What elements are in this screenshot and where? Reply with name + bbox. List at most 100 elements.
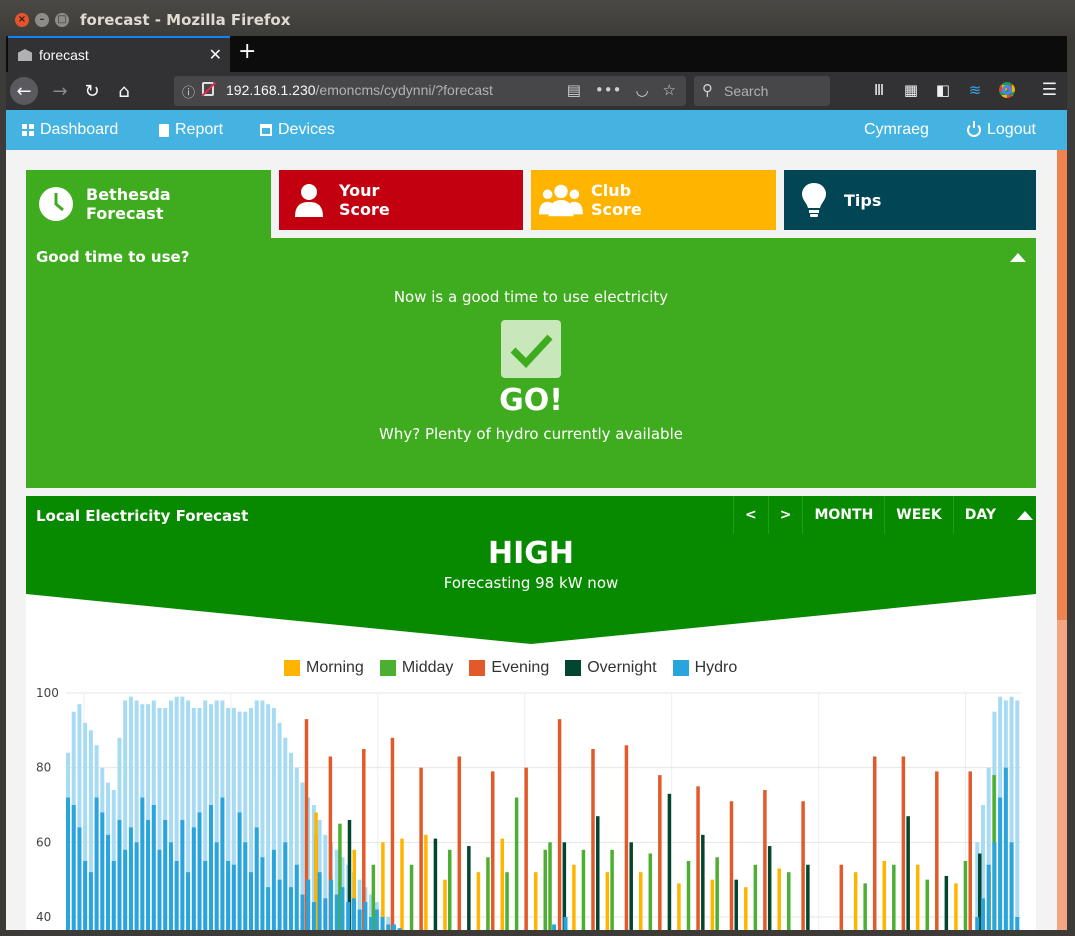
window-close-button[interactable]: × xyxy=(15,13,29,27)
forecast-collapse-button[interactable] xyxy=(1007,496,1043,534)
tariff-bar xyxy=(533,872,538,930)
info-icon[interactable]: ⓘ xyxy=(182,82,195,101)
hydro-bar xyxy=(197,812,202,930)
pocket-icon[interactable]: ◡ xyxy=(635,81,648,99)
legend-morning[interactable]: Morning xyxy=(284,659,364,677)
hydro-bar xyxy=(340,887,345,930)
window-minimize-button[interactable]: – xyxy=(35,13,49,27)
devices-icon xyxy=(260,124,272,136)
reload-button[interactable]: ↻ xyxy=(78,77,106,105)
tariff-bar xyxy=(390,737,395,930)
url-bar[interactable]: ⓘ 192.168.1.230/emoncms/cydynni/?forecas… xyxy=(174,76,686,106)
forecast-panel: Local Electricity Forecast < > MONTH WEE… xyxy=(26,496,1036,930)
insecure-lock-icon[interactable] xyxy=(202,82,214,96)
library-icon[interactable]: Ⅲ xyxy=(870,81,888,99)
tariff-bar xyxy=(925,879,929,930)
bookmark-star-icon[interactable]: ☆ xyxy=(663,81,676,99)
legend-swatch xyxy=(565,660,582,676)
tab-label: forecast xyxy=(39,47,89,63)
prev-button[interactable]: < xyxy=(733,496,768,534)
tariff-bar xyxy=(476,872,481,930)
day-button[interactable]: DAY xyxy=(952,496,1007,534)
tariff-bar xyxy=(696,786,700,930)
tariff-bar xyxy=(954,883,958,930)
week-button[interactable]: WEEK xyxy=(884,496,952,534)
hydro-bar xyxy=(180,819,185,930)
tab-your-score[interactable]: Your Score xyxy=(279,170,523,230)
tariff-bar xyxy=(710,879,715,930)
hydro-bar xyxy=(397,928,402,930)
reader-view-icon[interactable]: ▤ xyxy=(567,81,581,99)
page-scrollbar[interactable] xyxy=(1057,150,1067,930)
nav-report[interactable]: Report xyxy=(159,121,223,139)
legend-evening[interactable]: Evening xyxy=(469,659,549,677)
dashboard-icon xyxy=(22,124,34,136)
tariff-bar xyxy=(639,872,643,930)
addon-icon[interactable]: ≋ xyxy=(966,81,984,99)
legend-midday[interactable]: Midday xyxy=(379,659,453,677)
forecast-now: Forecasting 98 kW now xyxy=(443,574,619,592)
url-text[interactable]: 192.168.1.230/emoncms/cydynni/?forecast xyxy=(226,82,493,98)
window-maximize-button[interactable]: □ xyxy=(55,13,69,27)
forward-button[interactable]: → xyxy=(46,77,74,105)
language-link[interactable]: Cymraeg xyxy=(864,121,929,139)
report-icon xyxy=(159,123,169,137)
tariff-bar xyxy=(734,879,738,930)
nav-devices[interactable]: Devices xyxy=(260,121,335,139)
hydro-bar xyxy=(386,924,391,930)
tab-close-icon[interactable]: ✕ xyxy=(209,45,222,64)
good-time-message: Now is a good time to use electricity xyxy=(393,288,669,306)
tab-tips[interactable]: Tips xyxy=(784,170,1036,230)
tab-score-line2: Score xyxy=(339,200,390,219)
tariff-bar xyxy=(677,883,681,930)
title-bar: × – □ forecast - Mozilla Firefox xyxy=(0,0,1075,40)
nav-bar: ← → ↻ ⌂ ⓘ 192.168.1.230/emoncms/cydynni/… xyxy=(6,72,1067,110)
tariff-bar xyxy=(767,846,772,930)
hydro-bar xyxy=(88,872,93,930)
tariff-bar xyxy=(443,879,447,930)
new-tab-button[interactable]: + xyxy=(238,39,256,64)
tariff-bar xyxy=(524,767,528,930)
tariff-bar xyxy=(839,864,844,930)
legend-swatch xyxy=(284,660,300,676)
tariff-bar xyxy=(500,838,505,930)
home-button[interactable]: ⌂ xyxy=(110,77,138,105)
hydro-bar xyxy=(1003,767,1008,930)
logout-link[interactable]: Logout xyxy=(967,121,1036,139)
menu-icon[interactable]: ☰ xyxy=(1042,80,1057,100)
tab-score-line1: Your xyxy=(339,181,380,200)
scrollbar-thumb[interactable] xyxy=(1057,150,1067,620)
legend-hydro[interactable]: Hydro xyxy=(672,659,737,677)
tab-club-score[interactable]: Club Score xyxy=(531,170,776,230)
page-viewport: Dashboard Report Devices Cymraeg Logout xyxy=(6,110,1067,930)
hydro-bar xyxy=(357,909,362,930)
tab-club-line2: Score xyxy=(591,200,642,219)
sidebar-icon[interactable]: ◧ xyxy=(934,81,952,99)
next-button[interactable]: > xyxy=(767,496,803,534)
group-icon xyxy=(539,182,583,218)
hydro-bar xyxy=(283,842,288,930)
hydro-bar xyxy=(277,879,282,930)
tariff-bar xyxy=(610,849,614,930)
month-button[interactable]: MONTH xyxy=(802,496,884,534)
page-actions-icon[interactable]: ••• xyxy=(595,81,622,99)
hydro-bar xyxy=(106,834,111,930)
hydro-bar xyxy=(100,812,105,930)
hydro-bar xyxy=(163,819,168,930)
extension-icon[interactable]: ▦ xyxy=(902,81,920,99)
back-button[interactable]: ← xyxy=(10,77,38,105)
hydro-bar xyxy=(157,849,162,930)
search-box[interactable]: ⚲ Search xyxy=(694,76,830,106)
tariff-bar xyxy=(915,864,920,930)
legend-overnight[interactable]: Overnight xyxy=(565,659,657,677)
tariff-bar xyxy=(806,864,810,930)
chrome-icon[interactable] xyxy=(998,81,1016,99)
tab-forecast[interactable]: Bethesda Forecast xyxy=(26,170,271,238)
nav-dashboard[interactable]: Dashboard xyxy=(22,121,118,139)
forecast-chart: 40 60 80 100 xyxy=(36,686,1021,930)
hydro-bar xyxy=(140,797,145,930)
browser-tab[interactable]: forecast ✕ xyxy=(8,36,230,72)
tariff-bar xyxy=(744,887,748,930)
hydro-bar xyxy=(1015,917,1020,930)
collapse-icon[interactable] xyxy=(1010,253,1026,262)
